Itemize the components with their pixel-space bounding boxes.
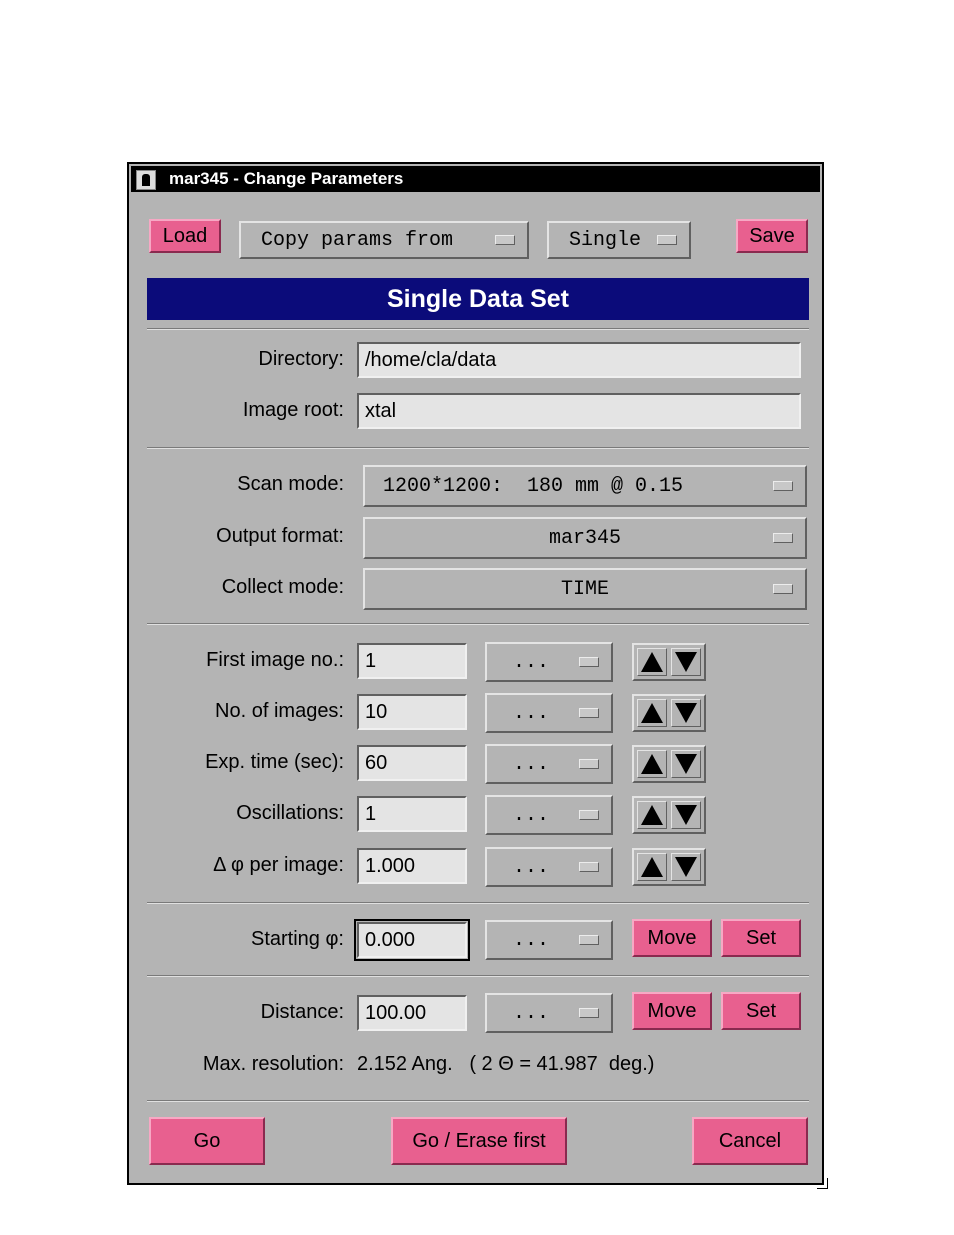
- num-images-arrows: [632, 694, 706, 732]
- output-format-label: Output format:: [216, 525, 344, 547]
- divider: [147, 623, 809, 625]
- collect-mode-label: Collect mode:: [221, 576, 344, 598]
- copy-params-menu[interactable]: Copy params from: [239, 221, 529, 259]
- phi-move-button[interactable]: Move: [632, 919, 712, 957]
- menu-indicator-icon: [579, 862, 599, 872]
- scan-mode-label: Scan mode:: [237, 473, 344, 495]
- distance-label: Distance:: [260, 1001, 344, 1023]
- delta-phi-step-menu[interactable]: ...: [485, 847, 613, 887]
- increment-arrow-icon[interactable]: [637, 648, 667, 676]
- decrement-arrow-icon[interactable]: [671, 699, 701, 727]
- first-image-step-menu[interactable]: ...: [485, 642, 613, 682]
- scan-mode-menu[interactable]: 1200*1200: 180 mm @ 0.15: [363, 465, 807, 507]
- distance-input[interactable]: 100.00: [357, 995, 467, 1031]
- step-menu-label: ...: [513, 650, 550, 674]
- menu-indicator-icon: [773, 481, 793, 491]
- resize-handle[interactable]: [817, 1178, 828, 1189]
- decrement-arrow-icon[interactable]: [671, 853, 701, 881]
- starting-phi-label: Starting φ:: [250, 928, 344, 950]
- distance-set-button[interactable]: Set: [721, 992, 801, 1030]
- menu-indicator-icon: [495, 235, 515, 245]
- increment-arrow-icon[interactable]: [637, 801, 667, 829]
- menu-indicator-icon: [579, 759, 599, 769]
- collect-mode-menu[interactable]: TIME: [363, 568, 807, 610]
- menu-indicator-icon: [579, 657, 599, 667]
- load-button[interactable]: Load: [149, 219, 221, 253]
- image-root-input[interactable]: xtal: [357, 393, 801, 429]
- delta-phi-arrows: [632, 848, 706, 886]
- decrement-arrow-icon[interactable]: [671, 801, 701, 829]
- max-resolution-value: 2.152 Ang. ( 2 Θ = 41.987 deg.): [357, 1053, 655, 1075]
- first-image-label: First image no.:: [206, 649, 344, 671]
- step-menu-label: ...: [513, 1001, 550, 1025]
- window-title: mar345 - Change Parameters: [169, 169, 404, 188]
- num-images-input[interactable]: 10: [357, 694, 467, 730]
- menu-indicator-icon: [579, 810, 599, 820]
- first-image-arrows: [632, 643, 706, 681]
- first-image-input[interactable]: 1: [357, 643, 467, 679]
- menu-indicator-icon: [579, 1008, 599, 1018]
- phi-set-button[interactable]: Set: [721, 919, 801, 957]
- step-menu-label: ...: [513, 701, 550, 725]
- starting-phi-step-menu[interactable]: ...: [485, 920, 613, 960]
- max-resolution-label: Max. resolution:: [202, 1053, 344, 1075]
- starting-phi-input[interactable]: 0.000: [354, 919, 470, 961]
- menu-indicator-icon: [657, 235, 677, 245]
- cancel-button[interactable]: Cancel: [692, 1117, 808, 1165]
- save-button[interactable]: Save: [736, 219, 808, 253]
- divider: [147, 328, 809, 330]
- output-format-menu[interactable]: mar345: [363, 517, 807, 559]
- mode-menu[interactable]: Single: [547, 221, 691, 259]
- increment-arrow-icon[interactable]: [637, 750, 667, 778]
- exp-time-label: Exp. time (sec):: [205, 751, 344, 773]
- copy-params-label: Copy params from: [261, 228, 454, 252]
- divider: [147, 902, 809, 904]
- oscillations-step-menu[interactable]: ...: [485, 795, 613, 835]
- section-banner: Single Data Set: [147, 278, 809, 320]
- divider: [147, 975, 809, 977]
- title-bar[interactable]: mar345 - Change Parameters: [131, 166, 820, 192]
- oscillations-input[interactable]: 1: [357, 796, 467, 832]
- divider: [147, 447, 809, 449]
- distance-move-button[interactable]: Move: [632, 992, 712, 1030]
- delta-phi-label: Δ φ per image:: [213, 854, 344, 876]
- window-menu-icon[interactable]: [136, 170, 156, 190]
- menu-indicator-icon: [579, 708, 599, 718]
- menu-indicator-icon: [579, 935, 599, 945]
- step-menu-label: ...: [513, 803, 550, 827]
- step-menu-label: ...: [513, 928, 550, 952]
- num-images-label: No. of images:: [215, 700, 344, 722]
- mode-label: Single: [569, 228, 642, 252]
- image-root-label: Image root:: [242, 399, 344, 421]
- num-images-step-menu[interactable]: ...: [485, 693, 613, 733]
- collect-mode-value: TIME: [560, 577, 609, 601]
- step-menu-label: ...: [513, 752, 550, 776]
- delta-phi-input[interactable]: 1.000: [357, 848, 467, 884]
- directory-label: Directory:: [258, 348, 344, 370]
- oscillations-arrows: [632, 796, 706, 834]
- menu-indicator-icon: [773, 584, 793, 594]
- menu-indicator-icon: [773, 533, 793, 543]
- directory-input[interactable]: /home/cla/data: [357, 342, 801, 378]
- decrement-arrow-icon[interactable]: [671, 750, 701, 778]
- divider: [147, 1100, 809, 1102]
- go-button[interactable]: Go: [149, 1117, 265, 1165]
- oscillations-label: Oscillations:: [236, 802, 344, 824]
- change-parameters-window: mar345 - Change Parameters Load Copy par…: [127, 162, 828, 1189]
- scan-mode-value: 1200*1200: 180 mm @ 0.15: [383, 474, 684, 498]
- distance-step-menu[interactable]: ...: [485, 993, 613, 1033]
- exp-time-step-menu[interactable]: ...: [485, 744, 613, 784]
- decrement-arrow-icon[interactable]: [671, 648, 701, 676]
- output-format-value: mar345: [548, 526, 621, 550]
- go-erase-first-button[interactable]: Go / Erase first: [391, 1117, 567, 1165]
- exp-time-input[interactable]: 60: [357, 745, 467, 781]
- exp-time-arrows: [632, 745, 706, 783]
- increment-arrow-icon[interactable]: [637, 699, 667, 727]
- step-menu-label: ...: [513, 855, 550, 879]
- increment-arrow-icon[interactable]: [637, 853, 667, 881]
